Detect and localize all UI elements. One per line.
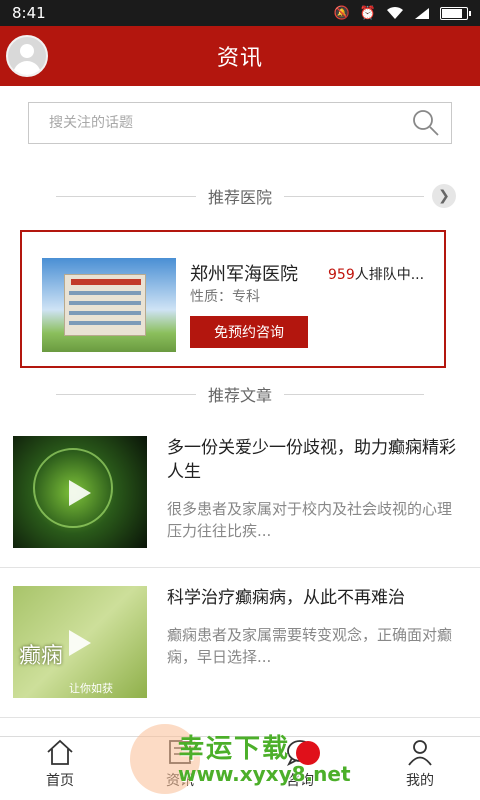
- window-row: [69, 301, 141, 305]
- news-icon: [169, 740, 191, 764]
- article-item[interactable]: 多一份关爱少一份歧视，助力癫痫精彩人生 很多患者及家属对于校内及社会歧视的心理压…: [0, 418, 480, 568]
- thumbnail-subtext: 让你如获: [69, 682, 113, 695]
- search-box[interactable]: [28, 102, 452, 144]
- tab-label: 我的: [406, 773, 434, 789]
- search-area: [0, 86, 480, 144]
- hospital-building: [64, 274, 146, 336]
- thumbnail-text: 癫痫: [19, 644, 64, 669]
- divider-line: [284, 393, 424, 395]
- status-bar: 8:41 🔕 ⏰: [0, 0, 480, 26]
- article-body: 多一份关爱少一份歧视，助力癫痫精彩人生 很多患者及家属对于校内及社会歧视的心理压…: [167, 436, 466, 567]
- mute-icon: 🔕: [333, 5, 350, 21]
- tab-label: 首页: [46, 773, 74, 789]
- hospital-name: 郑州军海医院: [190, 264, 298, 285]
- alarm-icon: ⏰: [359, 5, 376, 21]
- tab-profile[interactable]: 我的: [360, 737, 480, 800]
- article-title: 多一份关爱少一份歧视，助力癫痫精彩人生: [167, 438, 456, 482]
- notification-badge: [296, 741, 320, 765]
- wifi-icon: [387, 6, 403, 19]
- articles-section-title: 推荐文章: [0, 380, 480, 408]
- avatar[interactable]: [6, 35, 48, 77]
- bottom-tab-bar: 首页 资讯 咨询 我的: [0, 736, 480, 800]
- hospital-type: 性质：专科: [190, 289, 260, 305]
- tab-consult[interactable]: 咨询: [240, 737, 360, 800]
- avatar-body: [13, 61, 41, 75]
- window-row: [69, 321, 141, 325]
- home-icon: [47, 739, 73, 765]
- hospital-card[interactable]: 郑州军海医院 959人排队中... 性质：专科 免预约咨询: [20, 230, 446, 368]
- tab-label: 资讯: [166, 773, 194, 789]
- divider-line: [55, 195, 196, 197]
- queue-suffix: 人排队中...: [354, 267, 425, 283]
- search-input[interactable]: [49, 115, 379, 131]
- app-header: 资讯: [0, 26, 480, 86]
- search-icon[interactable]: [411, 108, 441, 138]
- window-row: [69, 291, 141, 295]
- avatar-head: [20, 44, 34, 58]
- article-summary: 很多患者及家属对于校内及社会歧视的心理压力往往比疾...: [167, 500, 453, 540]
- signal-icon: [415, 7, 429, 19]
- battery-icon: [440, 6, 471, 20]
- play-icon: [69, 630, 91, 656]
- hospitals-section-title: 推荐医院 ❯: [0, 182, 480, 210]
- article-thumbnail[interactable]: [13, 436, 147, 548]
- chevron-right-icon[interactable]: ❯: [432, 184, 456, 208]
- article-body: 科学治疗癫痫病，从此不再难治 癫痫患者及家属需要转变观念，正确面对癫痫，早日选择…: [167, 586, 466, 717]
- article-thumbnail[interactable]: 癫痫 让你如获: [13, 586, 147, 698]
- queue-status: 959人排队中...: [328, 264, 424, 284]
- tab-news[interactable]: 资讯: [120, 737, 240, 800]
- hospital-image: [42, 258, 176, 352]
- article-item[interactable]: 癫痫 让你如获 科学治疗癫痫病，从此不再难治 癫痫患者及家属需要转变观念，正确面…: [0, 568, 480, 718]
- status-icons: 🔕 ⏰: [333, 5, 471, 21]
- divider-line: [55, 393, 196, 395]
- divider-line: [284, 195, 424, 197]
- tab-label: 咨询: [286, 773, 314, 789]
- window-row: [69, 311, 141, 315]
- hospitals-title: 推荐医院: [207, 188, 272, 207]
- status-time: 8:41: [12, 4, 46, 22]
- articles-title: 推荐文章: [207, 386, 272, 405]
- queue-count: 959: [328, 267, 355, 283]
- tab-home[interactable]: 首页: [0, 737, 120, 800]
- hospital-building-sign: [71, 279, 141, 285]
- article-summary: 癫痫患者及家属需要转变观念，正确面对癫痫，早日选择...: [167, 626, 453, 666]
- consult-button[interactable]: 免预约咨询: [190, 316, 308, 348]
- article-title: 科学治疗癫痫病，从此不再难治: [167, 588, 405, 608]
- profile-icon: [408, 740, 432, 766]
- page-title: 资讯: [216, 46, 263, 71]
- play-icon: [69, 480, 91, 506]
